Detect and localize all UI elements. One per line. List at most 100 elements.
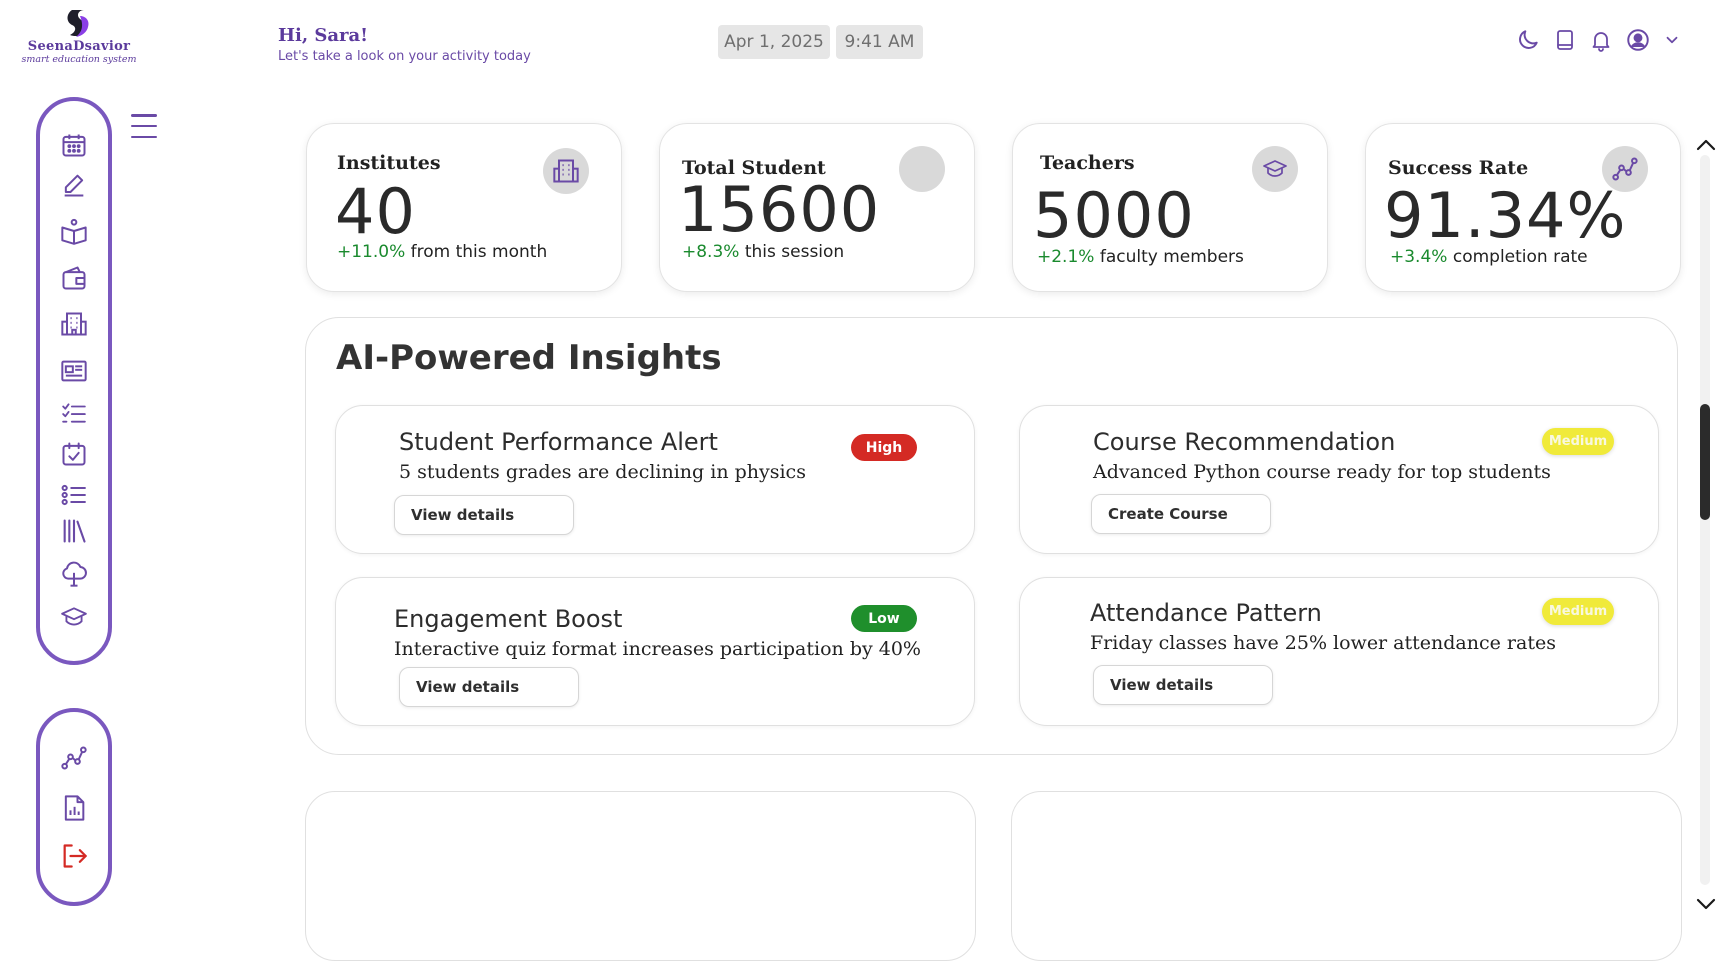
tree-icon: [62, 561, 87, 587]
stat-value: 40: [335, 175, 416, 248]
stat-icon-badge: [1602, 146, 1648, 192]
sidebar-item-finance[interactable]: [60, 264, 88, 292]
calendar-icon: [62, 134, 86, 157]
wallet-icon: [62, 266, 86, 290]
insight-title: Attendance Pattern: [1090, 599, 1322, 627]
sidebar-item-nature[interactable]: [60, 560, 88, 588]
insight-card-performance: Student Performance Alert 5 students gra…: [335, 405, 975, 554]
building-icon: [61, 312, 87, 336]
menu-toggle[interactable]: [131, 114, 157, 138]
stat-delta-value: +11.0%: [337, 242, 406, 262]
stat-icon-badge: [1252, 146, 1298, 192]
library-icon: [63, 519, 86, 543]
stat-card-success-rate: Success Rate 91.34% +3.4% completion rat…: [1365, 123, 1681, 292]
building-icon: [553, 159, 579, 183]
hamburger-line: [131, 114, 157, 117]
brand-logo[interactable]: SeenaDsavior smart education system: [14, 8, 144, 70]
create-course-button[interactable]: Create Course: [1091, 494, 1271, 534]
greeting-subtitle: Let's take a look on your activity today: [278, 49, 531, 64]
sidebar-item-lists[interactable]: [60, 481, 88, 509]
scrollbar-thumb[interactable]: [1700, 404, 1710, 520]
stat-delta-text: completion rate: [1452, 247, 1588, 267]
scroll-down-icon[interactable]: [1695, 896, 1717, 912]
report-icon: [64, 795, 85, 821]
insight-title: Student Performance Alert: [399, 428, 718, 456]
logout-button[interactable]: [60, 842, 88, 870]
sidebar-main: [36, 97, 112, 665]
greeting-title: Hi, Sara!: [278, 25, 369, 46]
chevron-down-icon[interactable]: [1663, 31, 1681, 49]
moon-icon[interactable]: [1515, 27, 1541, 53]
view-details-button[interactable]: View details: [399, 667, 579, 707]
priority-badge: Medium: [1542, 428, 1614, 455]
stat-delta-text: this session: [744, 242, 845, 262]
graduation-cap-icon: [1263, 160, 1287, 177]
hamburger-line: [131, 124, 157, 128]
bell-icon[interactable]: [1589, 28, 1613, 52]
stat-delta: +3.4% completion rate: [1390, 247, 1588, 267]
checklist-icon: [62, 403, 86, 423]
header-actions: [1515, 26, 1681, 54]
stat-delta: +8.3% this session: [682, 242, 844, 262]
insight-description: Advanced Python course ready for top stu…: [1093, 461, 1551, 483]
view-details-button[interactable]: View details: [394, 495, 574, 535]
sidebar-item-courses[interactable]: [60, 217, 88, 245]
stat-delta: +11.0% from this month: [337, 242, 547, 262]
sidebar-item-analytics[interactable]: [60, 744, 88, 772]
logo-mark-icon: [67, 10, 89, 37]
priority-badge: Low: [851, 605, 917, 632]
insight-card-engagement: Engagement Boost Interactive quiz format…: [335, 577, 975, 726]
sidebar-item-graduation[interactable]: [60, 603, 88, 631]
sidebar-item-tasks[interactable]: [60, 399, 88, 427]
stat-label: Success Rate: [1388, 157, 1529, 179]
analytics-icon: [1612, 157, 1638, 181]
sidebar-item-library[interactable]: [60, 517, 88, 545]
insight-title: Course Recommendation: [1093, 428, 1396, 456]
stat-icon-badge: [543, 148, 589, 194]
calendar-check-icon: [62, 442, 86, 466]
stat-card-students: Total Student 15600 +8.3% this session: [659, 123, 975, 292]
hamburger-line: [131, 135, 157, 138]
sidebar-item-assignments[interactable]: [60, 171, 88, 199]
chart-card-left: [305, 791, 976, 961]
insight-description: Interactive quiz format increases partic…: [394, 638, 921, 660]
insights-panel: AI-Powered Insights Student Performance …: [305, 317, 1678, 755]
stat-delta-text: faculty members: [1099, 247, 1244, 267]
sidebar-item-calendar[interactable]: [60, 131, 88, 159]
scroll-up-icon[interactable]: [1695, 137, 1717, 153]
sidebar-item-attendance[interactable]: [60, 440, 88, 468]
sidebar-item-institutes[interactable]: [60, 310, 88, 338]
user-circle-icon[interactable]: [1625, 27, 1651, 53]
stat-value: 15600: [678, 173, 881, 246]
view-details-button[interactable]: View details: [1093, 665, 1273, 705]
chart-card-right: [1011, 791, 1682, 961]
analytics-icon: [61, 746, 87, 770]
logout-icon: [63, 844, 87, 868]
stat-value: 91.34%: [1384, 179, 1627, 252]
list-icon: [61, 484, 86, 506]
scrollbar-track[interactable]: [1700, 155, 1710, 885]
insight-description: Friday classes have 25% lower attendance…: [1090, 632, 1556, 654]
priority-badge: High: [851, 434, 917, 461]
stat-icon-placeholder: [899, 146, 945, 192]
insight-title: Engagement Boost: [394, 605, 623, 633]
stat-delta-value: +3.4%: [1390, 247, 1448, 267]
stat-delta-text: from this month: [410, 242, 548, 262]
newspaper-icon: [61, 360, 87, 382]
stat-card-institutes: Institutes 40 +11.0% from this month: [306, 123, 622, 292]
book-icon[interactable]: [1553, 28, 1577, 52]
insight-card-attendance: Attendance Pattern Friday classes have 2…: [1019, 577, 1659, 726]
sidebar-bottom: [36, 708, 112, 906]
stat-value: 5000: [1033, 179, 1195, 252]
sidebar-item-reports[interactable]: [60, 794, 88, 822]
priority-badge: Medium: [1542, 598, 1614, 625]
insights-title: AI-Powered Insights: [336, 338, 722, 378]
brand-tagline: smart education system: [21, 54, 137, 65]
stat-label: Institutes: [337, 152, 441, 174]
greeting: Hi, Sara! Let's take a look on your acti…: [278, 25, 531, 64]
open-book-icon: [61, 218, 87, 245]
sidebar-item-news[interactable]: [60, 357, 88, 385]
stat-card-teachers: Teachers 5000 +2.1% faculty members: [1012, 123, 1328, 292]
date-chip: Apr 1, 2025: [718, 25, 830, 59]
insight-card-course: Course Recommendation Advanced Python co…: [1019, 405, 1659, 554]
